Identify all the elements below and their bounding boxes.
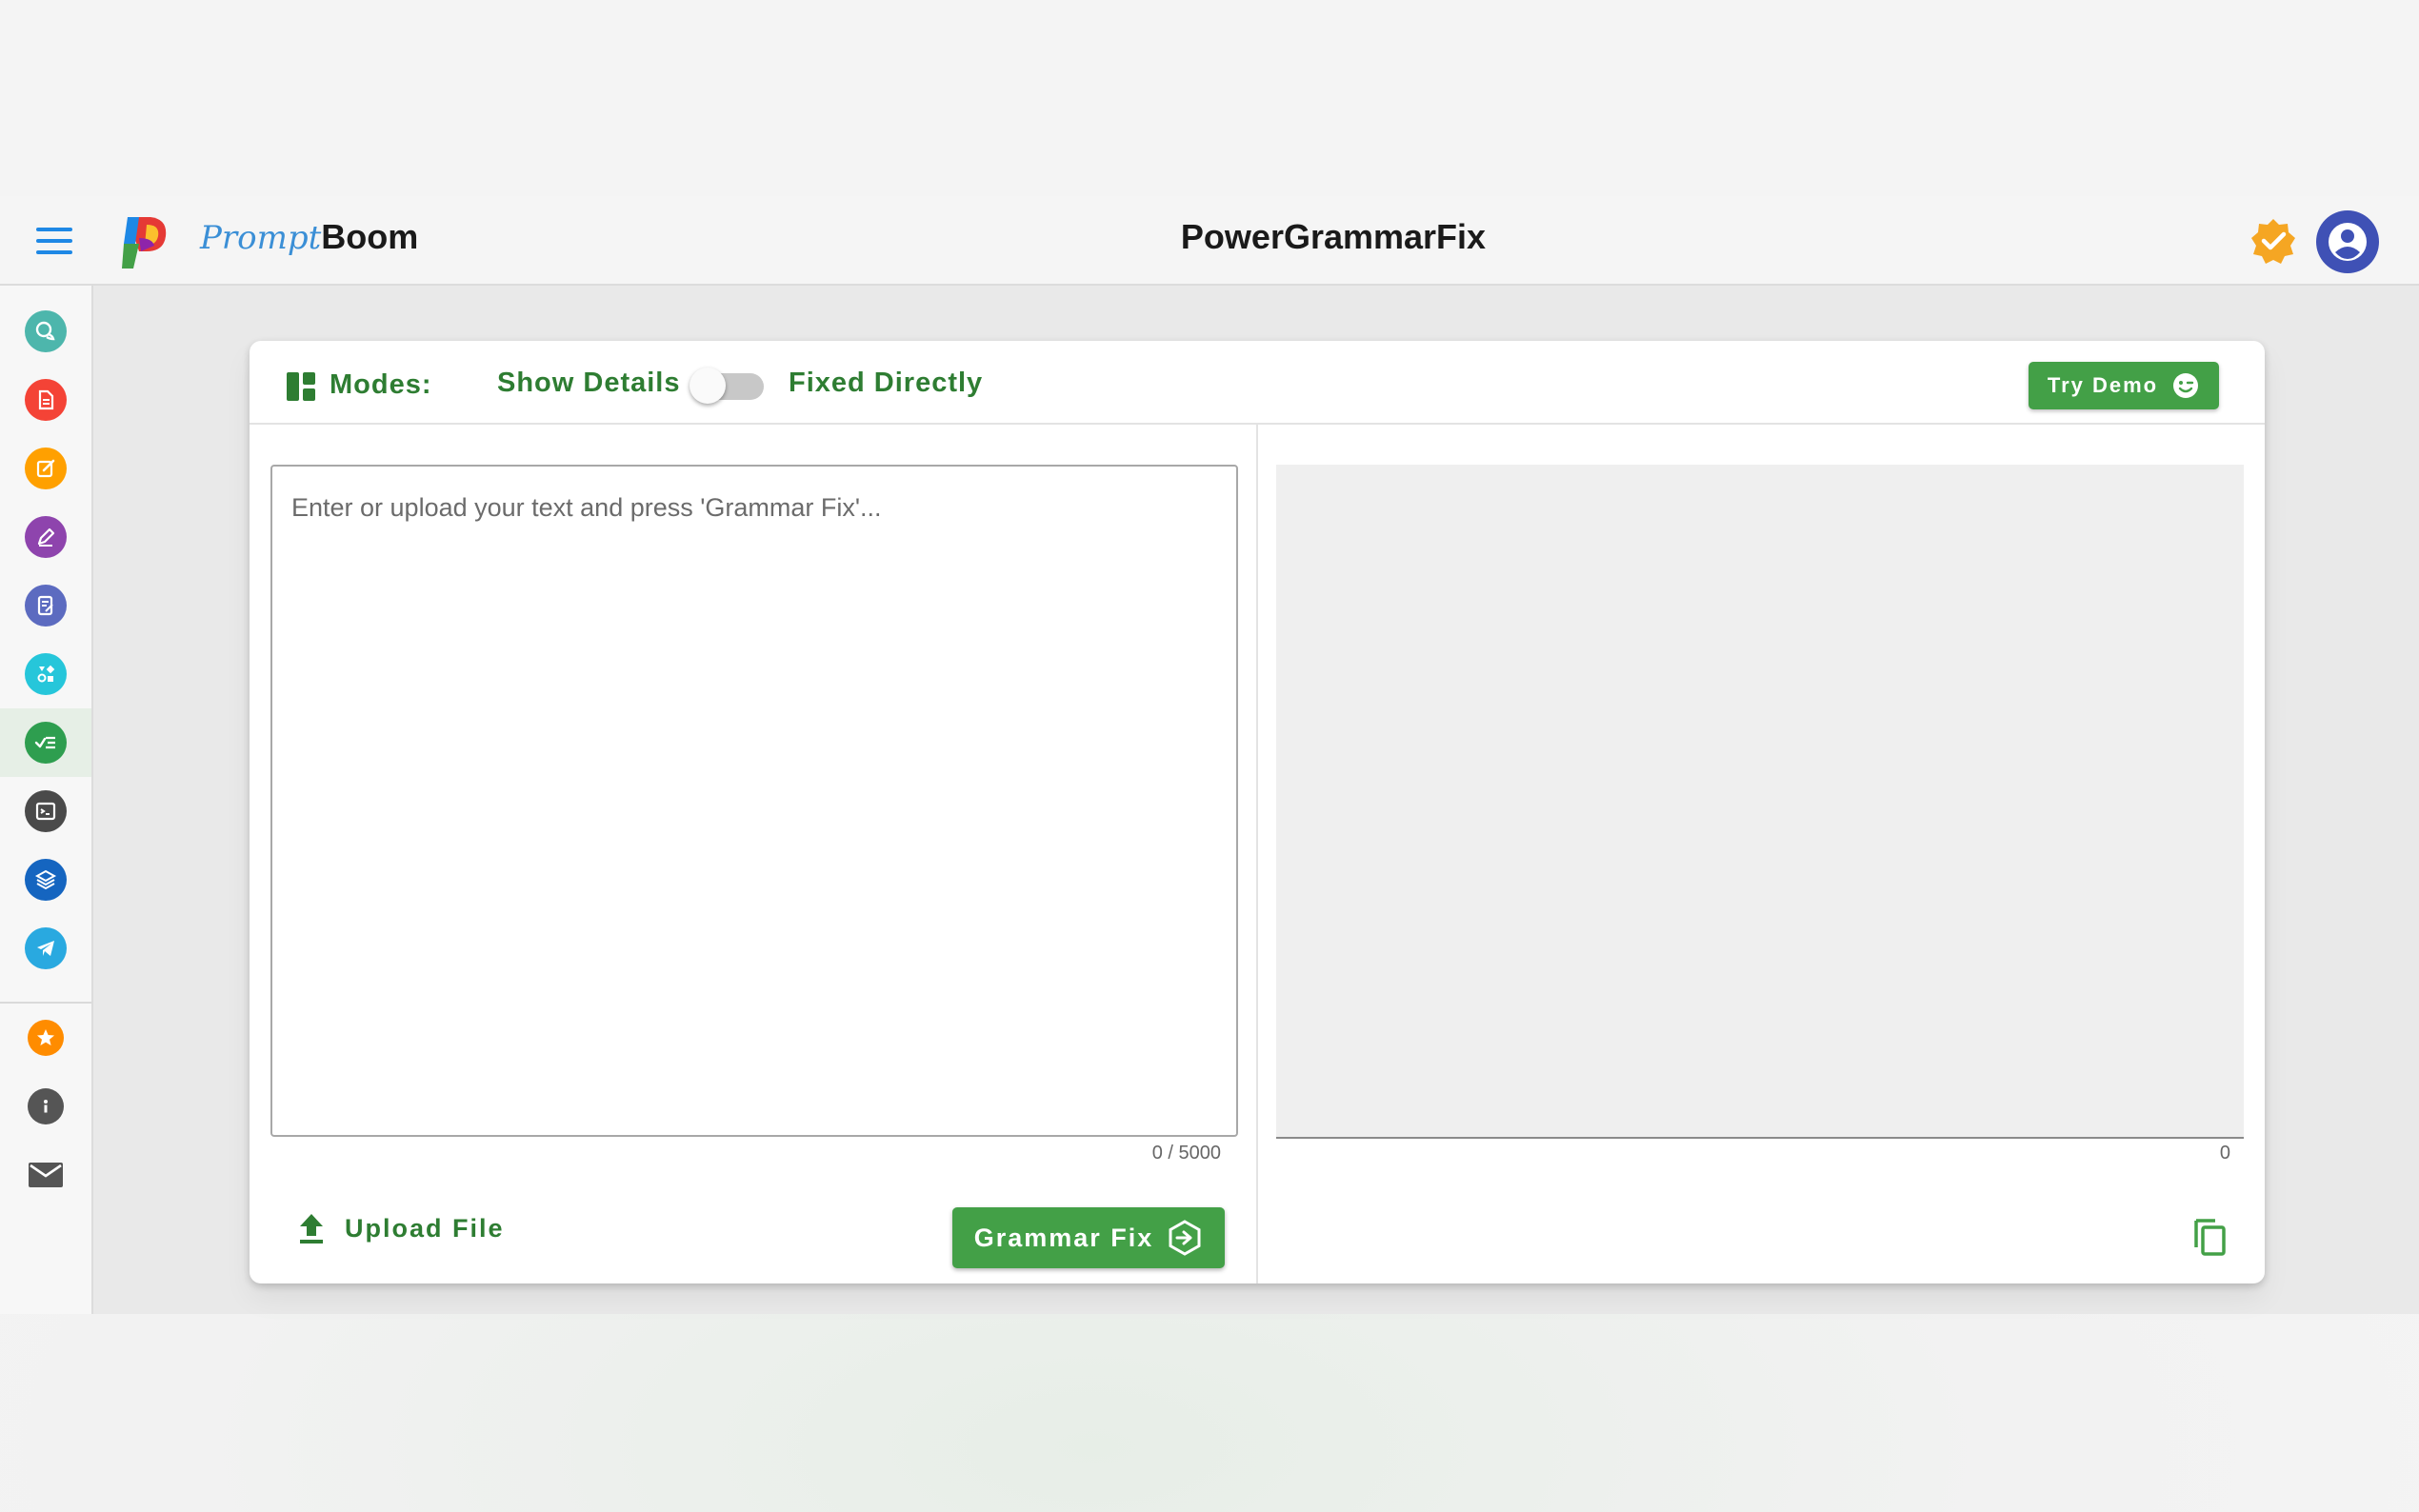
sidebar-item-mail[interactable] [0, 1141, 91, 1209]
sidebar-item-telegram[interactable] [0, 914, 91, 983]
input-char-counter: 0 / 5000 [1151, 1143, 1221, 1164]
mail-icon [29, 1163, 63, 1187]
brand-boom: Boom [321, 217, 419, 256]
brand-prompt: Prompt [200, 219, 322, 257]
sidebar-item-layers[interactable] [0, 846, 91, 914]
mode-show-details[interactable]: Show Details [497, 368, 681, 399]
brand-name[interactable]: Prompt Boom [200, 217, 418, 265]
chat-bubbles-icon [25, 310, 67, 352]
dashboard-icon [287, 372, 315, 401]
upload-icon [300, 1214, 323, 1243]
terminal-icon [25, 790, 67, 832]
document-icon [25, 379, 67, 421]
grammar-card: Modes: Show Details Fixed Directly Try D… [250, 341, 2265, 1283]
verified-badge-icon[interactable] [2249, 217, 2297, 265]
text-input-placeholder: Enter or upload your text and press 'Gra… [291, 493, 882, 522]
app-window: Prompt Boom PowerGrammarFix Modes: Show … [0, 196, 2419, 1314]
sidebar-item-notes[interactable] [0, 571, 91, 640]
edit-square-icon [25, 448, 67, 489]
upload-file-button[interactable]: Upload File [297, 1198, 505, 1259]
sidebar-item-document[interactable] [0, 366, 91, 434]
upload-file-label: Upload File [345, 1213, 505, 1243]
panel-divider [1256, 425, 1258, 1283]
smile-wink-icon [2173, 373, 2199, 398]
sidebar-item-info[interactable] [0, 1072, 91, 1141]
user-avatar[interactable] [2316, 210, 2379, 273]
try-demo-label: Try Demo [2047, 373, 2159, 397]
modes-label: Modes: [330, 369, 432, 400]
sidebar [0, 286, 93, 1314]
mode-toggle[interactable] [690, 368, 764, 404]
sidebar-item-grammar[interactable] [0, 708, 91, 777]
grammar-fix-button[interactable]: Grammar Fix [952, 1207, 1225, 1268]
sidebar-item-edit[interactable] [0, 434, 91, 503]
telegram-icon [25, 927, 67, 969]
top-bar: Prompt Boom PowerGrammarFix [0, 196, 2419, 286]
star-icon [28, 1020, 64, 1056]
hexagon-arrow-icon [1169, 1220, 1201, 1256]
sidebar-item-shapes[interactable] [0, 640, 91, 708]
info-icon [28, 1088, 64, 1124]
shapes-icon [25, 653, 67, 695]
modes-toolbar: Modes: Show Details Fixed Directly Try D… [250, 341, 2265, 425]
checklist-icon [25, 722, 67, 764]
toggle-thumb [690, 368, 726, 404]
text-input-area[interactable]: Enter or upload your text and press 'Gra… [270, 465, 1238, 1137]
page-title: PowerGrammarFix [1180, 217, 1487, 256]
copy-icon[interactable] [2187, 1213, 2234, 1261]
notes-edit-icon [25, 585, 67, 627]
promptboom-logo-icon [122, 217, 167, 269]
try-demo-button[interactable]: Try Demo [2029, 362, 2219, 409]
pencil-icon [25, 516, 67, 558]
result-output-area [1276, 465, 2244, 1139]
menu-icon[interactable] [36, 228, 72, 254]
output-char-counter: 0 [2219, 1143, 2230, 1164]
layers-icon [25, 859, 67, 901]
sidebar-item-rewrite[interactable] [0, 503, 91, 571]
account-circle-icon [2329, 223, 2367, 261]
sidebar-item-favorite[interactable] [0, 1004, 91, 1072]
mode-fixed-directly[interactable]: Fixed Directly [789, 368, 983, 399]
sidebar-item-chat[interactable] [0, 297, 91, 366]
grammar-fix-label: Grammar Fix [973, 1223, 1154, 1252]
sidebar-item-terminal[interactable] [0, 777, 91, 846]
